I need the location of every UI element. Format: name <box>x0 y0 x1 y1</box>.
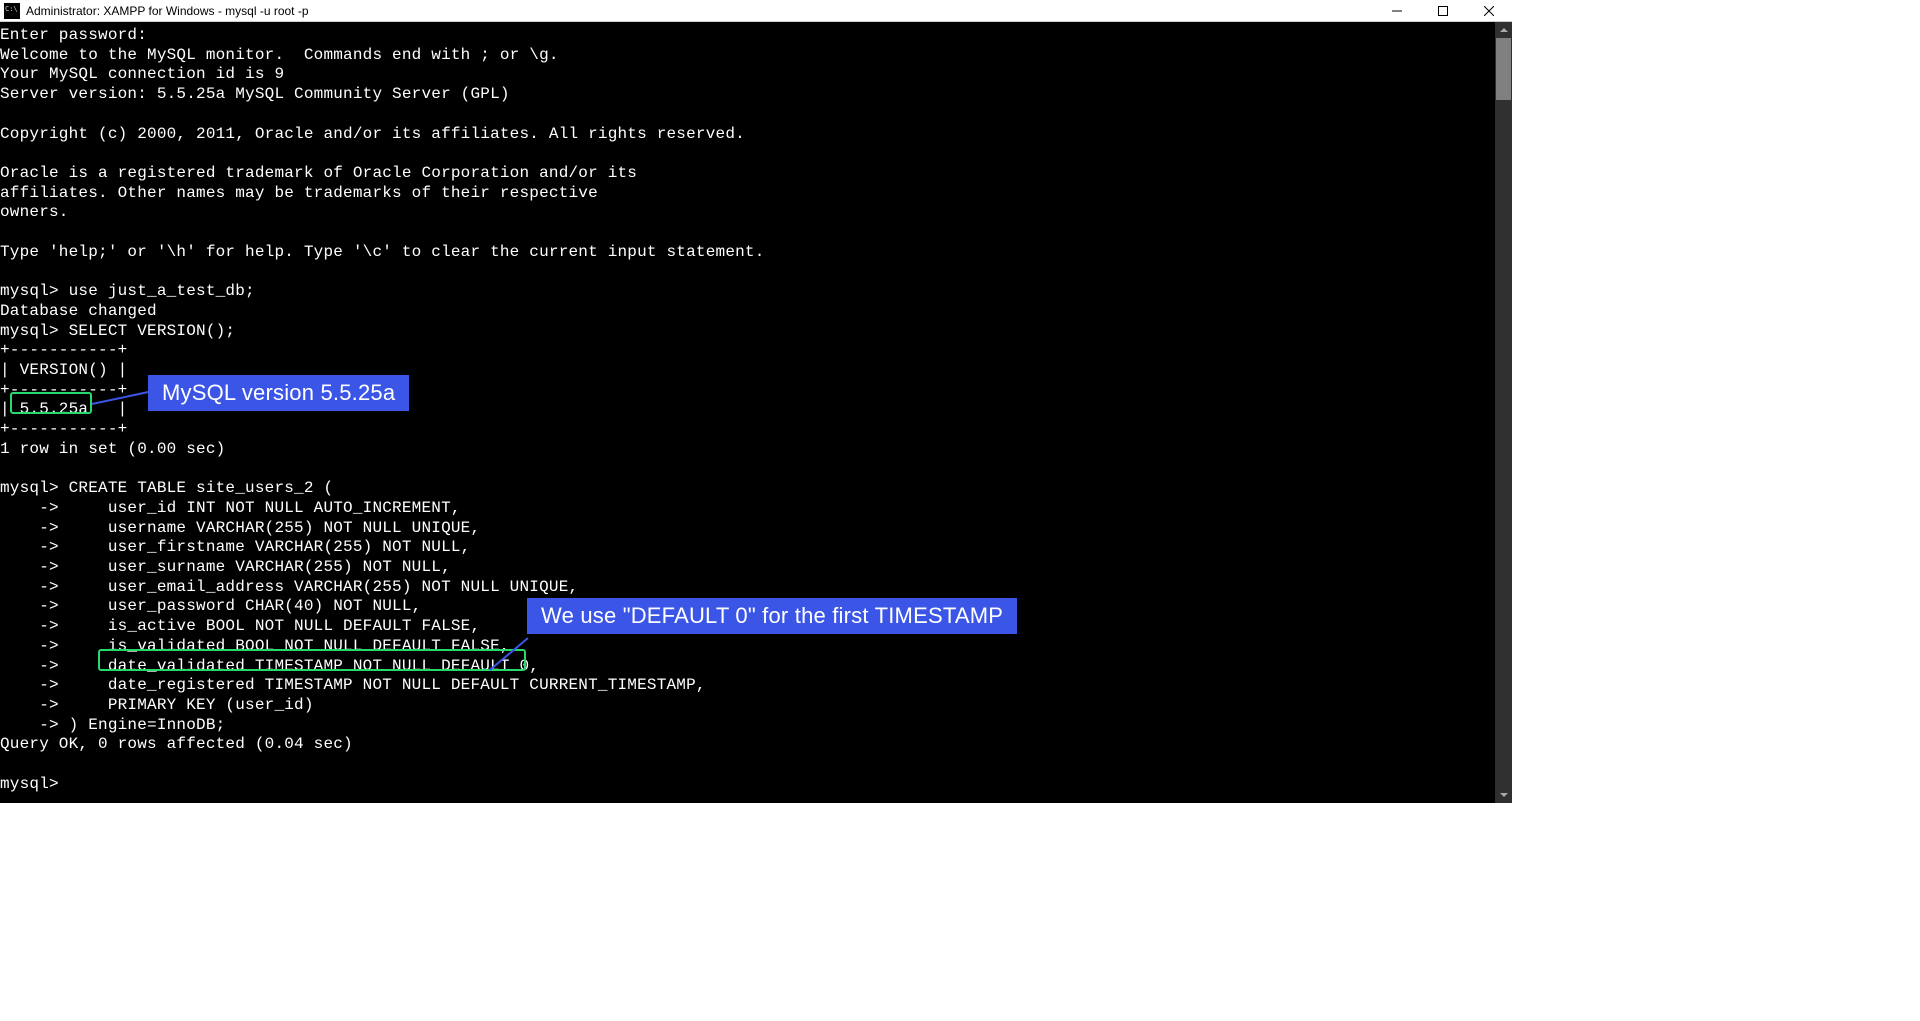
minimize-button[interactable] <box>1374 0 1420 21</box>
vertical-scrollbar[interactable] <box>1495 22 1512 803</box>
maximize-button[interactable] <box>1420 0 1466 21</box>
window-controls <box>1374 0 1512 21</box>
terminal-output: Enter password: Welcome to the MySQL mon… <box>0 26 1512 794</box>
cmd-icon <box>4 3 20 19</box>
terminal-window: Administrator: XAMPP for Windows - mysql… <box>0 0 1512 803</box>
scrollbar-thumb[interactable] <box>1496 38 1511 100</box>
scroll-down-button[interactable] <box>1495 787 1512 803</box>
titlebar[interactable]: Administrator: XAMPP for Windows - mysql… <box>0 0 1512 22</box>
terminal-body[interactable]: Enter password: Welcome to the MySQL mon… <box>0 22 1512 803</box>
close-button[interactable] <box>1466 0 1512 21</box>
window-title: Administrator: XAMPP for Windows - mysql… <box>24 4 1374 18</box>
scroll-up-button[interactable] <box>1495 22 1512 38</box>
